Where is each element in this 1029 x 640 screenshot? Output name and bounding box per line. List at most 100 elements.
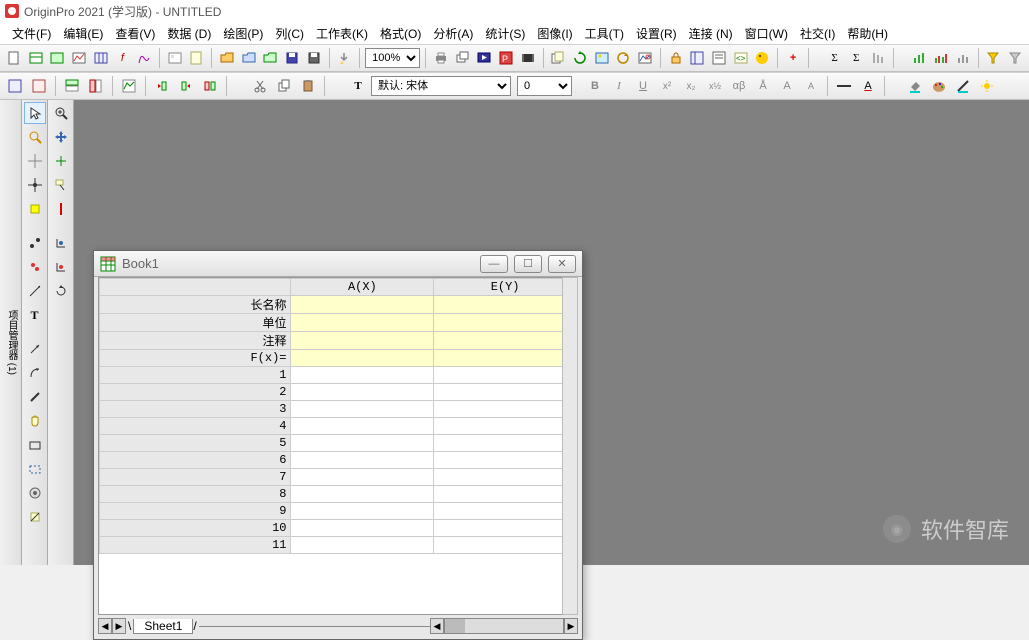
filter-button[interactable] bbox=[984, 47, 1004, 69]
python-button[interactable] bbox=[753, 47, 773, 69]
save-template-button[interactable] bbox=[304, 47, 324, 69]
menu-preferences[interactable]: 设置(R) bbox=[630, 23, 683, 44]
data-reader-tool[interactable] bbox=[24, 174, 46, 196]
bold-button[interactable]: B bbox=[584, 75, 606, 97]
row-2[interactable]: 2 bbox=[100, 384, 291, 401]
batch-button[interactable] bbox=[453, 47, 473, 69]
arrow-tool[interactable] bbox=[24, 338, 46, 360]
bar-group-button[interactable] bbox=[931, 47, 951, 69]
menu-help[interactable]: 帮助(H) bbox=[841, 23, 894, 44]
cell[interactable] bbox=[434, 332, 577, 350]
rotate-tool[interactable] bbox=[50, 280, 72, 302]
new-2dfunction-button[interactable] bbox=[134, 47, 154, 69]
menu-window[interactable]: 窗口(W) bbox=[739, 23, 794, 44]
row-7[interactable]: 7 bbox=[100, 469, 291, 486]
cell[interactable] bbox=[291, 537, 434, 554]
hscroll-right[interactable]: ▶ bbox=[564, 618, 578, 634]
worksheet-grid[interactable]: A(X) E(Y) 长名称 单位 注释 F(x)= 1 2 3 4 5 6 7 … bbox=[98, 277, 578, 615]
font-color-button[interactable]: A bbox=[857, 75, 879, 97]
region-tool[interactable] bbox=[24, 458, 46, 480]
underline-button[interactable]: U bbox=[632, 75, 654, 97]
pan-tool[interactable] bbox=[50, 126, 72, 148]
line-tool[interactable] bbox=[24, 386, 46, 408]
save-button[interactable] bbox=[282, 47, 302, 69]
scale-out-tool[interactable] bbox=[50, 256, 72, 278]
open-button[interactable] bbox=[217, 47, 237, 69]
project-explorer-button[interactable] bbox=[688, 47, 708, 69]
set-column-button[interactable] bbox=[85, 75, 107, 97]
cut-button[interactable] bbox=[249, 75, 271, 97]
row-10[interactable]: 10 bbox=[100, 520, 291, 537]
draw-data-tool[interactable] bbox=[24, 280, 46, 302]
swap-button[interactable] bbox=[199, 75, 221, 97]
meta-comments[interactable]: 注释 bbox=[100, 332, 291, 350]
stats-sigma-button[interactable]: Σ bbox=[825, 47, 845, 69]
menu-view[interactable]: 查看(V) bbox=[109, 23, 161, 44]
cell[interactable] bbox=[434, 296, 577, 314]
menu-plot[interactable]: 绘图(P) bbox=[217, 23, 269, 44]
scale-in-tool[interactable] bbox=[50, 232, 72, 254]
cell[interactable] bbox=[291, 486, 434, 503]
move-right-button[interactable] bbox=[175, 75, 197, 97]
cell[interactable] bbox=[434, 469, 577, 486]
font-combo[interactable]: 默认: 宋体 bbox=[371, 76, 511, 96]
hand-tool[interactable] bbox=[24, 410, 46, 432]
data-highlighter-tool[interactable] bbox=[24, 232, 46, 254]
cell[interactable] bbox=[291, 452, 434, 469]
sort-button[interactable] bbox=[868, 47, 888, 69]
open-template-button[interactable] bbox=[239, 47, 259, 69]
vertical-cursor-tool[interactable] bbox=[50, 198, 72, 220]
row-6[interactable]: 6 bbox=[100, 452, 291, 469]
move-left-button[interactable] bbox=[151, 75, 173, 97]
row-3[interactable]: 3 bbox=[100, 401, 291, 418]
vertical-scrollbar[interactable] bbox=[562, 277, 578, 615]
cell[interactable] bbox=[291, 332, 434, 350]
meta-units[interactable]: 单位 bbox=[100, 314, 291, 332]
menu-statistics[interactable]: 统计(S) bbox=[479, 23, 531, 44]
xyz-button[interactable] bbox=[28, 75, 50, 97]
zoom-in-tool[interactable] bbox=[50, 102, 72, 124]
cell[interactable] bbox=[434, 418, 577, 435]
cell[interactable] bbox=[434, 486, 577, 503]
stats-sigma2-button[interactable]: Σ bbox=[846, 47, 866, 69]
print-button[interactable] bbox=[431, 47, 451, 69]
cell[interactable] bbox=[434, 367, 577, 384]
cell[interactable] bbox=[291, 503, 434, 520]
add-column-button[interactable]: + bbox=[783, 47, 803, 69]
column-header-a[interactable]: A(X) bbox=[291, 279, 434, 296]
code-builder-button[interactable]: <> bbox=[731, 47, 751, 69]
duplicate-button[interactable] bbox=[548, 47, 568, 69]
menu-connectivity[interactable]: 连接 (N) bbox=[683, 23, 739, 44]
close-button[interactable]: ✕ bbox=[548, 255, 576, 273]
results-log-button[interactable] bbox=[709, 47, 729, 69]
send-ppt-button[interactable]: P bbox=[496, 47, 516, 69]
menu-data[interactable]: 数据 (D) bbox=[161, 23, 217, 44]
pointer-tool[interactable] bbox=[24, 102, 46, 124]
digitizer-button[interactable] bbox=[635, 47, 655, 69]
supersub-button[interactable]: x½ bbox=[704, 75, 726, 97]
insert-object-tool[interactable] bbox=[24, 482, 46, 504]
hscroll-left[interactable]: ◀ bbox=[430, 618, 444, 634]
zoom-combo[interactable]: 100% bbox=[365, 48, 420, 68]
row-11[interactable]: 11 bbox=[100, 537, 291, 554]
import-wizard-button[interactable] bbox=[335, 47, 355, 69]
curved-arrow-tool[interactable] bbox=[24, 362, 46, 384]
new-workbook-button[interactable] bbox=[26, 47, 46, 69]
xy-button[interactable] bbox=[4, 75, 26, 97]
column-scatter-button[interactable] bbox=[953, 47, 973, 69]
row-1[interactable]: 1 bbox=[100, 367, 291, 384]
cell[interactable] bbox=[434, 503, 577, 520]
set-long-name-button[interactable] bbox=[61, 75, 83, 97]
menu-column[interactable]: 列(C) bbox=[269, 23, 310, 44]
cell[interactable] bbox=[434, 384, 577, 401]
refresh-button[interactable] bbox=[570, 47, 590, 69]
new-graph-button[interactable] bbox=[69, 47, 89, 69]
filter-reapply-button[interactable] bbox=[1005, 47, 1025, 69]
row-5[interactable]: 5 bbox=[100, 435, 291, 452]
meta-fx[interactable]: F(x)= bbox=[100, 350, 291, 367]
font-size-combo[interactable]: 0 bbox=[517, 76, 572, 96]
angstrom-button[interactable]: Å bbox=[752, 75, 774, 97]
image-thumbnail-button[interactable] bbox=[592, 47, 612, 69]
greek-button[interactable]: αβ bbox=[728, 75, 750, 97]
cell[interactable] bbox=[291, 520, 434, 537]
